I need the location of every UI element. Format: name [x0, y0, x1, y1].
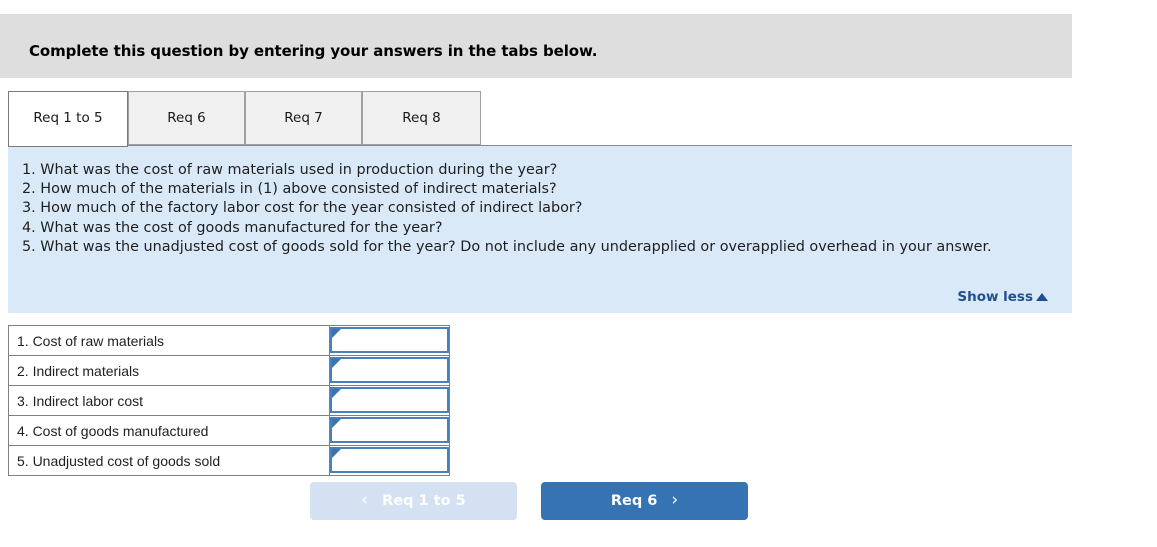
- answer-input[interactable]: [342, 389, 447, 411]
- answer-input-cell: [329, 355, 450, 386]
- answer-input-wrapper: [330, 387, 449, 413]
- answer-input-cell: [329, 445, 450, 476]
- answer-row-label: 2. Indirect materials: [8, 355, 330, 386]
- answer-input-cell: [329, 415, 450, 446]
- answer-input-wrapper: [330, 357, 449, 383]
- tab-req-8[interactable]: Req 8: [362, 91, 481, 145]
- caret-up-icon: [1036, 293, 1048, 301]
- page-title: Complete this question by entering your …: [29, 42, 598, 60]
- question-line: 1. What was the cost of raw materials us…: [22, 162, 558, 178]
- chevron-right-icon: ›: [671, 489, 679, 510]
- next-req-button[interactable]: Req 6 ›: [541, 482, 748, 520]
- table-row: 4. Cost of goods manufactured: [8, 415, 450, 446]
- answer-input[interactable]: [342, 359, 447, 381]
- answer-input[interactable]: [342, 329, 447, 351]
- tab-req-7[interactable]: Req 7: [245, 91, 362, 145]
- question-line: 4. What was the cost of goods manufactur…: [22, 219, 443, 236]
- answer-input-cell: [329, 385, 450, 416]
- tab-label: Req 6: [167, 110, 206, 126]
- tab-label: Req 7: [284, 110, 323, 126]
- answer-table: 1. Cost of raw materials 2. Indirect mate…: [8, 325, 450, 476]
- answer-input-wrapper: [330, 417, 449, 443]
- question-list: 1. What was the cost of raw materials us…: [22, 161, 1062, 257]
- corner-marker-icon: [332, 389, 341, 398]
- answer-row-label: 4. Cost of goods manufactured: [8, 415, 330, 446]
- nav-button-group: ‹ Req 1 to 5 Req 6 ›: [310, 482, 748, 520]
- answer-input-wrapper: [330, 447, 449, 473]
- tab-req-1-to-5[interactable]: Req 1 to 5: [8, 91, 128, 147]
- answer-row-label: 5. Unadjusted cost of goods sold: [8, 445, 330, 476]
- answer-input[interactable]: [342, 449, 447, 471]
- table-row: 2. Indirect materials: [8, 355, 450, 386]
- answer-row-label: 3. Indirect labor cost: [8, 385, 330, 416]
- table-row: 1. Cost of raw materials: [8, 325, 450, 356]
- question-line: 3. How much of the factory labor cost fo…: [22, 200, 583, 217]
- tab-req-6[interactable]: Req 6: [128, 91, 245, 145]
- tab-strip: Req 1 to 5 Req 6 Req 7 Req 8: [0, 91, 1072, 147]
- question-line: 2. How much of the materials in (1) abov…: [22, 181, 557, 198]
- question-line: 5. What was the unadjusted cost of goods…: [22, 238, 992, 255]
- table-row: 3. Indirect labor cost: [8, 385, 450, 416]
- corner-marker-icon: [332, 449, 341, 458]
- answer-input[interactable]: [342, 419, 447, 441]
- question-panel: 1. What was the cost of raw materials us…: [8, 145, 1072, 313]
- next-req-label: Req 6: [610, 493, 658, 509]
- corner-marker-icon: [332, 329, 341, 338]
- show-less-toggle[interactable]: Show less: [957, 289, 1048, 305]
- tab-label: Req 8: [402, 110, 441, 126]
- answer-row-label: 1. Cost of raw materials: [8, 325, 330, 356]
- prev-req-label: Req 1 to 5: [382, 493, 466, 509]
- prev-req-button[interactable]: ‹ Req 1 to 5: [310, 482, 517, 520]
- show-less-label: Show less: [957, 289, 1033, 305]
- answer-input-cell: [329, 325, 450, 356]
- table-row: 5. Unadjusted cost of goods sold: [8, 445, 450, 476]
- tab-label: Req 1 to 5: [33, 110, 103, 126]
- corner-marker-icon: [332, 419, 341, 428]
- answer-input-wrapper: [330, 327, 449, 353]
- corner-marker-icon: [332, 359, 341, 368]
- chevron-left-icon: ‹: [361, 489, 369, 510]
- instruction-banner: Complete this question by entering your …: [0, 14, 1072, 78]
